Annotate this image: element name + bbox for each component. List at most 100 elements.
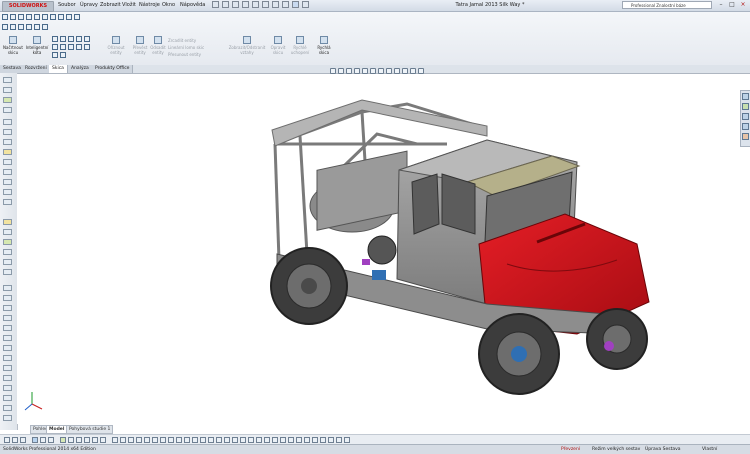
open-document-icon[interactable] [222,1,229,8]
view-orientation-icon[interactable] [370,68,376,74]
appearances-icon[interactable] [742,133,749,140]
ellipse-icon[interactable] [68,44,74,50]
view-icon[interactable] [128,437,134,443]
dim-expert-icon[interactable] [3,107,12,113]
view-icon[interactable] [240,437,246,443]
search-input[interactable]: Professional Znalostní báze [622,1,712,9]
slot-icon[interactable] [10,24,16,30]
component-icon[interactable] [3,199,12,205]
view-icon[interactable] [272,437,278,443]
view-icon[interactable] [312,437,318,443]
zoom-to-fit-icon[interactable] [330,68,336,74]
menu-help[interactable]: Nápověda [180,1,205,10]
component-icon[interactable] [3,179,12,185]
smart-dimension-button[interactable]: Inteligentní kóta [25,36,49,55]
linear-pattern-item[interactable]: Lineární lomo skic [168,45,204,50]
trim-button[interactable]: Oříznout entity [104,36,128,55]
component-icon[interactable] [3,295,12,301]
view-icon[interactable] [320,437,326,443]
mirror-entities-item[interactable]: Zrcadlit entity [168,38,196,43]
component-icon[interactable] [3,405,12,411]
component-icon[interactable] [3,365,12,371]
component-icon[interactable] [3,229,12,235]
view-icon[interactable] [224,437,230,443]
tab-office-products[interactable]: Produkty Office [92,65,134,73]
view-icon[interactable] [184,437,190,443]
view-settings-icon[interactable] [410,68,416,74]
view-icon[interactable] [60,437,66,443]
display-style-icon[interactable] [378,68,384,74]
tab-analysis[interactable]: Analýza [68,65,93,73]
sketch-button[interactable]: Načrtnout skicu [1,36,25,55]
view-icon[interactable] [32,437,38,443]
edit-appearance-icon[interactable] [394,68,400,74]
view-icon[interactable] [256,437,262,443]
component-icon[interactable] [3,335,12,341]
component-icon[interactable] [3,305,12,311]
component-icon[interactable] [3,325,12,331]
hide-show-items-icon[interactable] [386,68,392,74]
tab-motion-study[interactable]: Pohybová studie 1 [66,425,114,434]
undo-icon[interactable] [252,1,259,8]
feature-tree-icon[interactable] [3,77,12,83]
menu-edit[interactable]: Úpravy [80,1,98,10]
polygon-icon[interactable] [58,14,64,20]
menu-window[interactable]: Okno [162,1,175,10]
fillet-icon[interactable] [50,14,56,20]
view-icon[interactable] [344,437,350,443]
view-icon[interactable] [296,437,302,443]
chamfer-icon[interactable] [42,24,48,30]
section-view-icon[interactable] [354,68,360,74]
arc-icon[interactable] [26,14,32,20]
folder-icon[interactable] [3,219,12,225]
component-icon[interactable] [3,345,12,351]
plane-icon[interactable] [26,24,32,30]
fillet-icon[interactable] [76,44,82,50]
parabola-icon[interactable] [18,24,24,30]
quick-snaps-button[interactable]: Rychlé uchopení [288,36,312,55]
component-icon[interactable] [3,269,12,275]
view-icon[interactable] [76,437,82,443]
folder-icon[interactable] [3,149,12,155]
component-icon[interactable] [3,285,12,291]
component-icon[interactable] [3,189,12,195]
view-icon[interactable] [280,437,286,443]
mirror-icon[interactable] [34,24,40,30]
circle-icon[interactable] [68,36,74,42]
repair-sketch-button[interactable]: Opravit skicu [266,36,290,55]
ellipse-icon[interactable] [42,14,48,20]
component-icon[interactable] [3,315,12,321]
component-icon[interactable] [3,239,12,245]
file-explorer-icon[interactable] [742,113,749,120]
view-icon[interactable] [248,437,254,443]
property-manager-icon[interactable] [3,87,12,93]
gear-icon[interactable] [302,1,309,8]
component-icon[interactable] [3,375,12,381]
previous-view-icon[interactable] [346,68,352,74]
zoom-to-area-icon[interactable] [338,68,344,74]
file-properties-icon[interactable] [292,1,299,8]
dynamic-annotation-icon[interactable] [362,68,368,74]
component-icon[interactable] [3,129,12,135]
line-icon[interactable] [2,14,8,20]
view-icon[interactable] [168,437,174,443]
rectangle-icon[interactable] [60,36,66,42]
view-icon[interactable] [200,437,206,443]
select-icon[interactable] [262,1,269,8]
polygon-icon[interactable] [60,44,66,50]
options-icon[interactable] [282,1,289,8]
component-icon[interactable] [3,415,12,421]
rapid-sketch-button[interactable]: Rychlá skica [312,36,336,55]
circle-icon[interactable] [18,14,24,20]
tab-model[interactable]: Model [46,425,68,434]
display-relations-button[interactable]: Zobrazit/Odstranit vztahy [227,36,267,55]
spline-icon[interactable] [34,14,40,20]
line-icon[interactable] [52,36,58,42]
view-icon[interactable] [12,437,18,443]
view-icon[interactable] [328,437,334,443]
component-icon[interactable] [3,259,12,265]
component-icon[interactable] [3,169,12,175]
text-icon[interactable] [74,14,80,20]
offset-entities-button[interactable]: Odsadit entity [146,36,170,55]
view-icon[interactable] [92,437,98,443]
